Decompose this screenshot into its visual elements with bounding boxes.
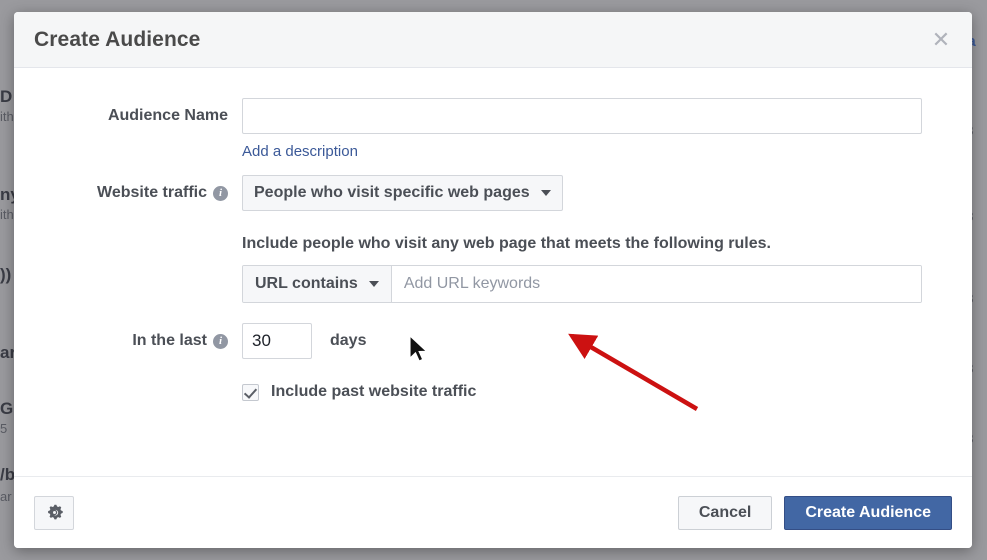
chevron-down-icon	[540, 190, 551, 196]
bg-text-fragment: 5	[0, 421, 8, 436]
website-traffic-dropdown[interactable]: People who visit specific web pages	[242, 175, 563, 211]
website-traffic-selected-value: People who visit specific web pages	[254, 184, 530, 201]
dialog-footer: Cancel Create Audience	[14, 476, 972, 548]
add-description-link[interactable]: Add a description	[242, 143, 358, 160]
chevron-down-icon	[368, 281, 379, 287]
retention-controls: days	[242, 323, 972, 359]
rules-description: Include people who visit any web page th…	[242, 235, 771, 252]
retention-days-input[interactable]	[242, 323, 312, 359]
gear-icon	[47, 504, 63, 520]
retention-label-text: In the last	[132, 332, 207, 349]
include-past-traffic-checkbox[interactable]	[242, 383, 259, 401]
retention-label: In the last i	[14, 323, 242, 359]
info-icon[interactable]: i	[213, 185, 228, 201]
website-traffic-label-text: Website traffic	[97, 184, 207, 201]
settings-button[interactable]	[34, 495, 74, 530]
bg-text-fragment: G	[0, 399, 14, 418]
audience-name-field: Add a description	[242, 98, 972, 161]
url-rule-row: URL contains	[242, 265, 922, 303]
url-operator-value: URL contains	[255, 275, 358, 292]
bg-text-fragment: ))	[0, 265, 12, 284]
retention-row: In the last i days Include past website …	[14, 323, 972, 401]
include-past-traffic-label: Include past website traffic	[271, 383, 477, 400]
url-keywords-input[interactable]	[391, 266, 921, 302]
website-traffic-label: Website traffic i	[14, 175, 242, 211]
bg-text-fragment: ith	[0, 109, 14, 124]
close-icon[interactable]: ✕	[928, 27, 954, 53]
info-icon[interactable]: i	[213, 333, 228, 349]
url-operator-dropdown[interactable]: URL contains	[243, 266, 392, 302]
website-traffic-row: Website traffic i People who visit speci…	[14, 175, 972, 303]
dialog-body: Audience Name Add a description Website …	[14, 68, 972, 476]
retention-unit-label: days	[330, 332, 367, 349]
create-audience-dialog: Create Audience ✕ Audience Name Add a de…	[14, 12, 972, 548]
bg-text-fragment: ith	[0, 207, 14, 222]
include-past-traffic-row[interactable]: Include past website traffic	[242, 383, 476, 401]
bg-text-fragment: D	[0, 87, 13, 106]
audience-name-row: Audience Name Add a description	[14, 98, 972, 161]
page-title: Create Audience	[34, 27, 201, 51]
retention-field: days Include past website traffic	[242, 323, 972, 401]
bg-text-fragment: ar	[0, 489, 12, 504]
website-traffic-field: People who visit specific web pages Incl…	[242, 175, 972, 303]
cancel-button[interactable]: Cancel	[677, 495, 773, 530]
footer-actions: Cancel Create Audience	[677, 495, 952, 530]
audience-name-label: Audience Name	[107, 107, 228, 124]
audience-name-input[interactable]	[242, 98, 922, 134]
bg-text-fragment: /b	[0, 465, 16, 484]
create-audience-button[interactable]: Create Audience	[784, 495, 952, 530]
dialog-header: Create Audience ✕	[14, 12, 972, 68]
